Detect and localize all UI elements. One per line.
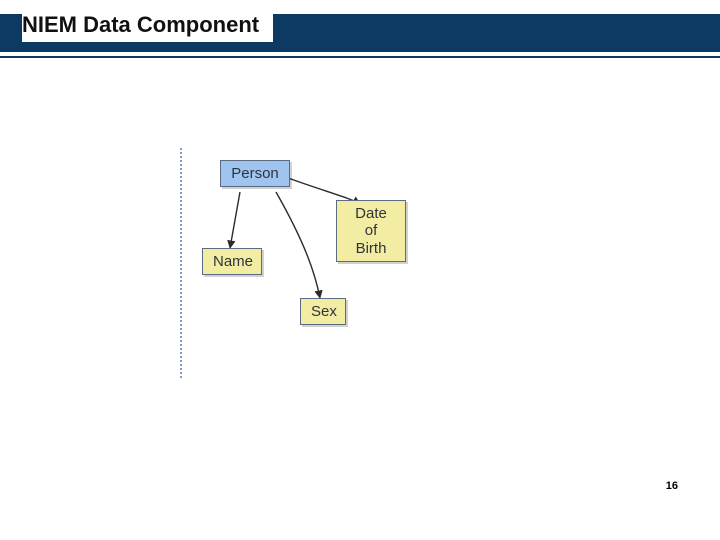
title-bar: NIEM Data Component: [0, 0, 720, 58]
diagram-canvas: Person Name Date of Birth Sex: [180, 148, 480, 378]
node-date-of-birth: Date of Birth: [336, 200, 406, 262]
node-sex: Sex: [300, 298, 346, 325]
edge-person-name: [230, 192, 240, 248]
page-number: 16: [666, 480, 678, 492]
node-person: Person: [220, 160, 290, 187]
node-name: Name: [202, 248, 262, 275]
slide-title: NIEM Data Component: [22, 8, 273, 42]
edge-person-sex: [276, 192, 320, 298]
title-underline: [0, 56, 720, 58]
